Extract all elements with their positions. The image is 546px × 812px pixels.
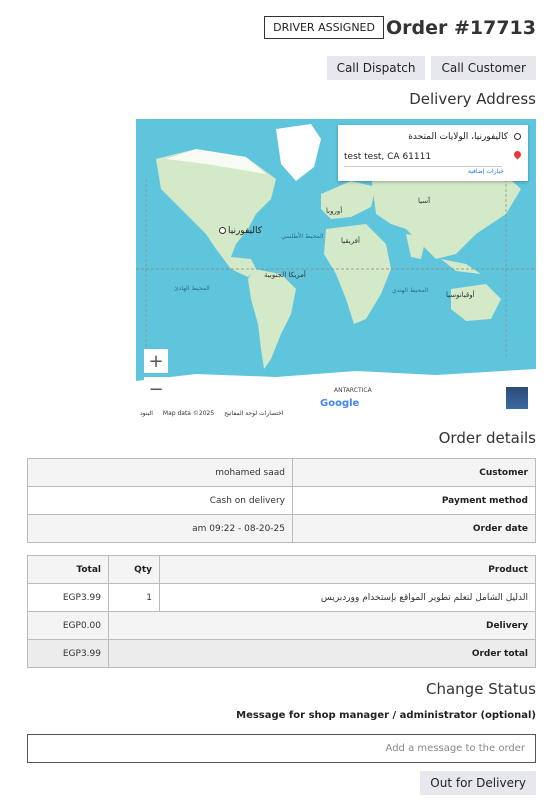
order-date-value: am 09:22 - 08-20-25 (27, 514, 293, 543)
order-items-table: Total Qty Product EGP3.99 1 الدليل الشام… (27, 555, 536, 668)
terms-link[interactable]: البنود (140, 410, 153, 417)
page-title: Order #17713 (385, 16, 536, 39)
origin-icon (514, 133, 521, 140)
table-row: Cash on delivery Payment method (27, 486, 536, 515)
map-label-indian: المحيط الهندي (392, 287, 429, 294)
delivery-row: EGP0.00 Delivery (27, 611, 536, 640)
shortcuts-link[interactable]: اختصارات لوحة المفاتيح (224, 410, 283, 417)
location-label: كاليفورنيا (228, 226, 262, 236)
order-details-table: mohamed saad Customer Cash on delivery P… (27, 458, 536, 543)
map-label-australia: أوقيانوسيا (446, 291, 475, 299)
order-total-value: EGP3.99 (27, 639, 109, 668)
table-row: mohamed saad Customer (27, 458, 536, 487)
qty-column-header: Qty (108, 555, 160, 584)
payment-method-label: Payment method (292, 486, 536, 515)
order-details-heading: Order details (438, 429, 536, 447)
out-for-delivery-button[interactable]: Out for Delivery (420, 771, 536, 795)
delivery-value: EGP0.00 (27, 611, 109, 640)
table-row: am 09:22 - 08-20-25 Order date (27, 514, 536, 543)
call-customer-button[interactable]: Call Customer (431, 56, 536, 80)
item-product: الدليل الشامل لتعلم تطوير المواقع بإستخد… (159, 583, 536, 612)
map-label-atlantic: المحيط الأطلسي (281, 233, 324, 240)
order-total-label: Order total (108, 639, 536, 668)
action-bar: Call Dispatch Call Customer (326, 56, 536, 80)
delivery-map[interactable]: أوروبا آسيا أفريقيا أمريكا الجنوبية أوقي… (136, 119, 536, 419)
google-logo: Google (320, 398, 360, 409)
more-options-link[interactable]: خيارات إضافية (468, 168, 504, 175)
map-data-text: Map data ©2025 (162, 410, 215, 417)
origin-text: كاليفورنيا، الولايات المتحدة (408, 132, 508, 142)
item-qty: 1 (108, 583, 160, 612)
map-label-europe: أوروبا (326, 207, 343, 215)
map-label-africa: أفريقيا (341, 237, 360, 245)
map-type-toggle[interactable] (504, 385, 530, 411)
item-total: EGP3.99 (27, 583, 109, 612)
map-label-south-america: أمريكا الجنوبية (264, 271, 306, 279)
table-header-row: Total Qty Product (27, 555, 536, 584)
order-header: DRIVER ASSIGNED Order #17713 (264, 16, 536, 39)
delivery-label: Delivery (108, 611, 536, 640)
message-label: Message for shop manager / administrator… (236, 710, 536, 721)
call-dispatch-button[interactable]: Call Dispatch (326, 56, 426, 80)
map-footer: البنود Map data ©2025 اختصارات لوحة المف… (140, 410, 283, 417)
table-row: EGP3.99 1 الدليل الشامل لتعلم تطوير المو… (27, 583, 536, 612)
customer-value: mohamed saad (27, 458, 293, 487)
zoom-out-button[interactable]: − (144, 377, 168, 401)
payment-method-value: Cash on delivery (27, 486, 293, 515)
customer-label: Customer (292, 458, 536, 487)
destination-pin-icon (512, 149, 523, 160)
delivery-address-heading: Delivery Address (409, 90, 536, 108)
order-date-label: Order date (292, 514, 536, 543)
destination-text: test test, CA 61111 (344, 152, 502, 167)
product-column-header: Product (159, 555, 536, 584)
status-badge: DRIVER ASSIGNED (264, 16, 384, 39)
order-total-row: EGP3.99 Order total (27, 639, 536, 668)
zoom-in-button[interactable]: + (144, 349, 168, 373)
location-marker[interactable] (219, 227, 226, 234)
map-label-pacific: المحيط الهادئ (174, 285, 210, 292)
directions-card[interactable]: كاليفورنيا، الولايات المتحدة test test, … (338, 125, 528, 181)
total-column-header: Total (27, 555, 109, 584)
map-label-asia: آسيا (418, 197, 431, 205)
message-input[interactable] (27, 734, 536, 763)
map-label-antarctica: ANTARCTICA (334, 387, 372, 394)
change-status-heading: Change Status (426, 680, 536, 698)
